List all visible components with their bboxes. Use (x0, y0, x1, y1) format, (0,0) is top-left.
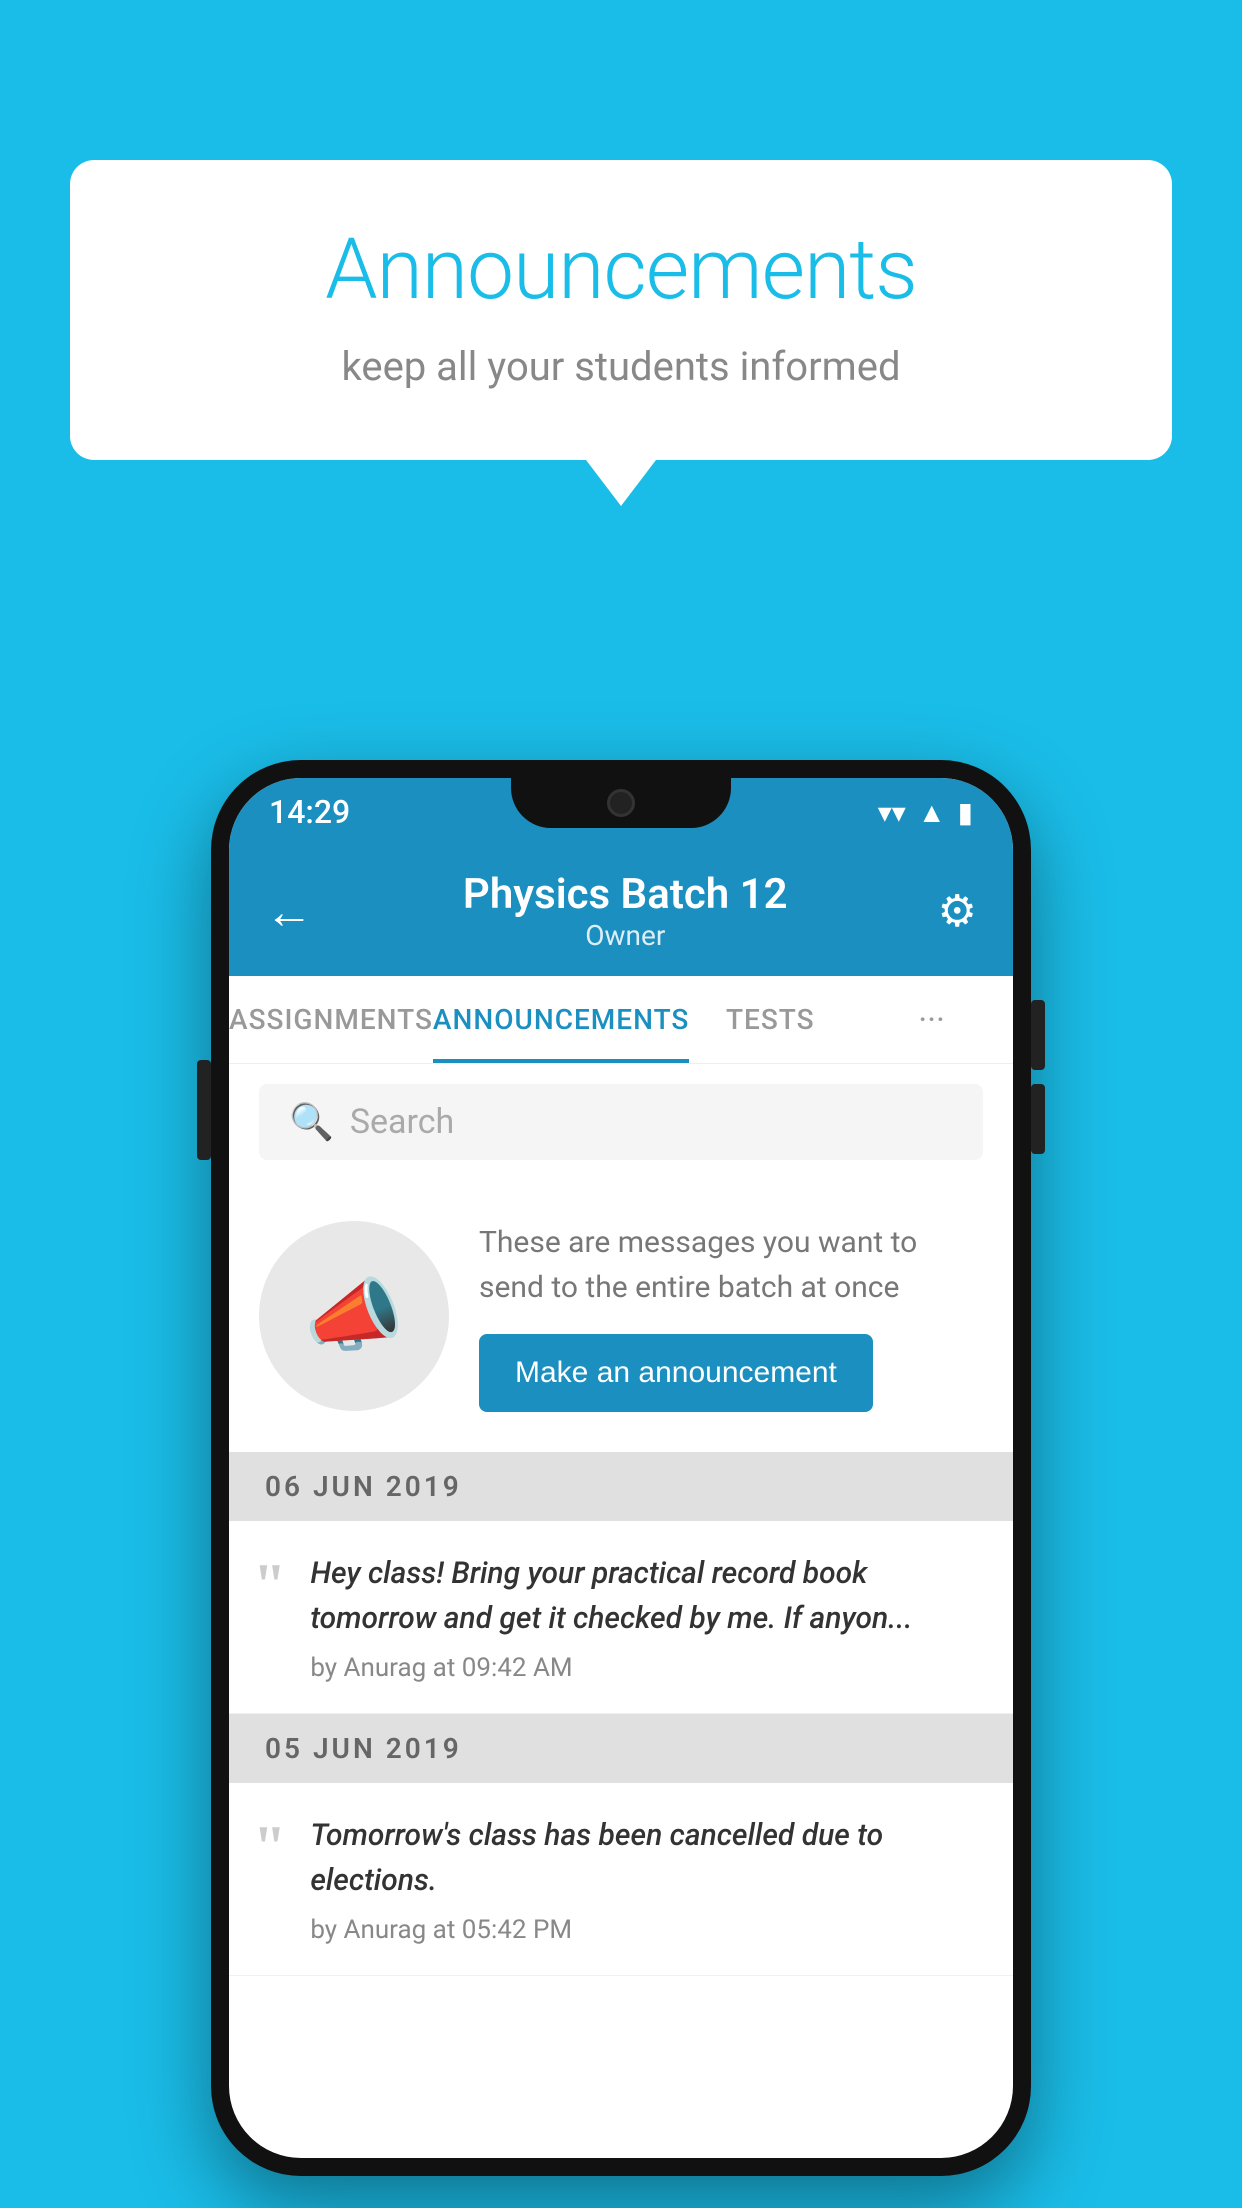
volume-up-button (1031, 1000, 1045, 1070)
date-separator-1: 06 JUN 2019 (229, 1452, 1013, 1521)
tab-more[interactable]: ··· (851, 976, 1013, 1063)
speech-bubble-card: Announcements keep all your students inf… (70, 160, 1172, 460)
announcement-content-2: Tomorrow's class has been cancelled due … (310, 1813, 983, 1945)
date-separator-2: 05 JUN 2019 (229, 1714, 1013, 1783)
camera-notch (607, 789, 635, 817)
signal-icon: ▲ (918, 796, 946, 829)
phone-outer: 14:29 ▾▾ ▲ ▮ ← Physics Batch 12 Owner ⚙ (211, 760, 1031, 2176)
bubble-title: Announcements (150, 220, 1092, 319)
tab-announcements[interactable]: ANNOUNCEMENTS (433, 976, 689, 1063)
volume-buttons (1031, 1000, 1045, 1154)
header-center: Physics Batch 12 Owner (333, 870, 918, 952)
tab-assignments[interactable]: ASSIGNMENTS (229, 976, 433, 1063)
search-placeholder: Search (350, 1102, 454, 1142)
batch-title: Physics Batch 12 (333, 870, 918, 919)
make-announcement-button[interactable]: Make an announcement (479, 1334, 873, 1412)
phone-notch (511, 778, 731, 828)
announcement-text-2: Tomorrow's class has been cancelled due … (310, 1813, 983, 1903)
date-label-1: 06 JUN 2019 (265, 1470, 462, 1503)
tabs-bar: ASSIGNMENTS ANNOUNCEMENTS TESTS ··· (229, 976, 1013, 1064)
search-icon: 🔍 (289, 1101, 334, 1143)
app-header: ← Physics Batch 12 Owner ⚙ (229, 846, 1013, 976)
phone-screen: 14:29 ▾▾ ▲ ▮ ← Physics Batch 12 Owner ⚙ (229, 778, 1013, 2158)
announcement-author-2: by Anurag at 05:42 PM (310, 1915, 983, 1945)
search-bar[interactable]: 🔍 Search (259, 1084, 983, 1160)
announcement-prompt: 📣 These are messages you want to send to… (229, 1180, 1013, 1452)
announcement-item-1[interactable]: " Hey class! Bring your practical record… (229, 1521, 1013, 1714)
quote-icon-1: " (253, 1555, 286, 1615)
battery-icon: ▮ (958, 796, 973, 829)
date-label-2: 05 JUN 2019 (265, 1732, 462, 1765)
bubble-subtitle: keep all your students informed (150, 343, 1092, 390)
phone-mockup: 14:29 ▾▾ ▲ ▮ ← Physics Batch 12 Owner ⚙ (211, 760, 1031, 2176)
quote-icon-2: " (253, 1817, 286, 1877)
prompt-description: These are messages you want to send to t… (479, 1220, 983, 1310)
announcement-content-1: Hey class! Bring your practical record b… (310, 1551, 983, 1683)
announcement-author-1: by Anurag at 09:42 AM (310, 1653, 983, 1683)
search-section: 🔍 Search (229, 1064, 1013, 1180)
wifi-icon: ▾▾ (878, 796, 906, 829)
speech-bubble-section: Announcements keep all your students inf… (70, 160, 1172, 460)
status-time: 14:29 (269, 793, 350, 831)
megaphone-circle: 📣 (259, 1221, 449, 1411)
tab-tests[interactable]: TESTS (689, 976, 851, 1063)
announcement-text-1: Hey class! Bring your practical record b… (310, 1551, 983, 1641)
settings-button[interactable]: ⚙ (938, 885, 977, 937)
volume-down-button (1031, 1084, 1045, 1154)
back-button[interactable]: ← (265, 883, 313, 940)
announcement-item-2[interactable]: " Tomorrow's class has been cancelled du… (229, 1783, 1013, 1976)
power-button (197, 1060, 211, 1160)
prompt-right: These are messages you want to send to t… (479, 1220, 983, 1412)
status-icons: ▾▾ ▲ ▮ (878, 796, 973, 829)
megaphone-icon: 📣 (304, 1269, 404, 1363)
batch-role: Owner (333, 919, 918, 952)
